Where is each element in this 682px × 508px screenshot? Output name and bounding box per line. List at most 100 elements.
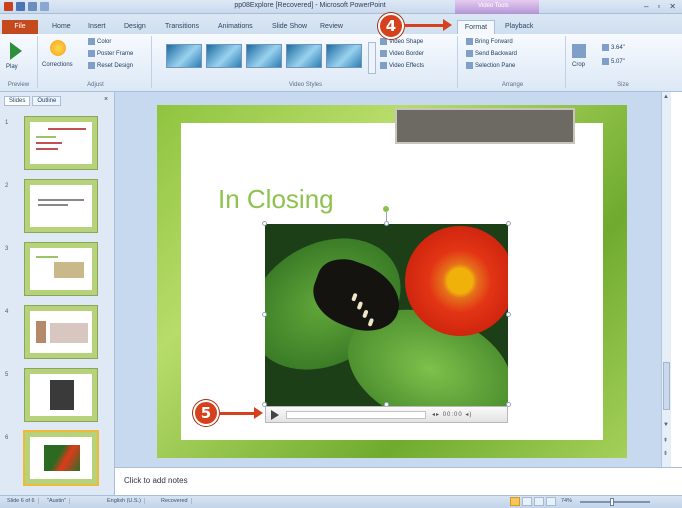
reading-view-icon[interactable]	[534, 497, 544, 506]
tab-format[interactable]: Format	[457, 20, 495, 34]
slide-number: 6	[5, 435, 9, 441]
normal-view-icon[interactable]	[510, 497, 520, 506]
resize-handle[interactable]	[262, 221, 267, 226]
video-effects-icon	[380, 62, 387, 69]
tab-review[interactable]: Review	[320, 20, 343, 34]
close-pane-icon[interactable]: ×	[104, 96, 108, 103]
language-status[interactable]: English (U.S.)	[104, 498, 145, 504]
slide-number: 1	[5, 120, 9, 126]
slide-sorter-view-icon[interactable]	[522, 497, 532, 506]
reset-design-button[interactable]: Reset Design	[88, 62, 133, 69]
previous-slide-icon[interactable]: ⇞	[663, 437, 668, 444]
gallery-scroll[interactable]	[368, 42, 376, 74]
width-field[interactable]: 5.07"	[602, 58, 625, 65]
video-style-thumbnail[interactable]	[286, 44, 322, 68]
next-slide-icon[interactable]: ⇟	[663, 450, 668, 457]
crop-button[interactable]: Crop	[572, 62, 585, 68]
bring-forward-icon	[466, 38, 473, 45]
slide-thumbnail-2[interactable]	[25, 180, 97, 232]
tab-design[interactable]: Design	[124, 20, 146, 34]
height-field[interactable]: 3.64"	[602, 44, 625, 51]
tab-animations[interactable]: Animations	[218, 20, 253, 34]
play-icon[interactable]	[10, 42, 22, 60]
flower-image	[405, 226, 508, 336]
tab-slide-show[interactable]: Slide Show	[272, 20, 307, 34]
reset-design-icon	[88, 62, 95, 69]
video-style-thumbnail[interactable]	[166, 44, 202, 68]
adjust-group: Corrections Color Poster Frame Reset Des…	[40, 36, 152, 88]
video-shape-icon	[380, 38, 387, 45]
resize-handle[interactable]	[506, 221, 511, 226]
video-effects-button[interactable]: Video Effects	[380, 62, 424, 69]
slide-thumbnail-5[interactable]	[25, 369, 97, 421]
bring-forward-button[interactable]: Bring Forward	[466, 38, 513, 45]
resize-handle[interactable]	[506, 312, 511, 317]
tab-slides[interactable]: Slides	[4, 96, 31, 106]
video-styles-group: Video Shape Video Border Video Effects V…	[154, 36, 458, 88]
close-icon[interactable]: ✕	[669, 2, 676, 11]
slide-thumbnail-4[interactable]	[25, 306, 97, 358]
video-frame[interactable]	[265, 224, 508, 407]
step-4-arrow	[404, 24, 444, 27]
step-4-arrowhead	[443, 19, 452, 31]
rotate-handle[interactable]	[383, 206, 389, 212]
video-style-thumbnail[interactable]	[206, 44, 242, 68]
send-backward-icon	[466, 50, 473, 57]
tab-insert[interactable]: Insert	[88, 20, 106, 34]
minimize-icon[interactable]: –	[644, 2, 648, 11]
resize-handle[interactable]	[384, 221, 389, 226]
redo-icon[interactable]	[40, 2, 49, 11]
send-backward-button[interactable]: Send Backward	[466, 50, 517, 57]
video-border-button[interactable]: Video Border	[380, 50, 424, 57]
maximize-icon[interactable]: ▫	[657, 2, 660, 11]
zoom-slider-knob[interactable]	[610, 498, 614, 506]
tab-home[interactable]: Home	[52, 20, 71, 34]
powerpoint-app-icon[interactable]	[4, 2, 13, 11]
save-icon[interactable]	[16, 2, 25, 11]
poster-frame-button[interactable]: Poster Frame	[88, 50, 133, 57]
selection-pane-button[interactable]: Selection Pane	[466, 62, 515, 69]
poster-frame-icon	[88, 50, 95, 57]
undo-icon[interactable]	[28, 2, 37, 11]
ribbon: Play Preview Corrections Color Poster Fr…	[0, 34, 682, 92]
step-5-callout: 5	[193, 400, 219, 426]
tab-playback[interactable]: Playback	[505, 20, 533, 34]
step-5-arrowhead	[254, 407, 263, 419]
play-pause-icon[interactable]	[271, 410, 279, 420]
quick-access-toolbar	[4, 2, 49, 11]
corrections-button[interactable]: Corrections	[42, 62, 73, 68]
slide-thumbnail-1[interactable]	[25, 117, 97, 169]
preview-group: Play Preview	[0, 36, 38, 88]
slide-title[interactable]: In Closing	[218, 184, 334, 215]
tab-outline[interactable]: Outline	[32, 96, 62, 106]
crop-icon	[572, 44, 586, 58]
scroll-up-icon[interactable]: ▲	[663, 94, 669, 100]
slide-thumbnail-3[interactable]	[25, 243, 97, 295]
player-controls-text[interactable]: ◂▸ 00:00 ◂)	[432, 411, 472, 418]
slides-pane: Slides Outline × 1 2 3 4 5 6	[0, 92, 115, 495]
scrollbar-thumb[interactable]	[663, 362, 670, 410]
step-5-arrow	[219, 412, 255, 415]
zoom-level[interactable]: 74%	[558, 498, 575, 504]
view-buttons	[510, 497, 556, 506]
video-player-controls: ◂▸ 00:00 ◂)	[265, 406, 508, 423]
tab-file[interactable]: File	[2, 20, 38, 34]
zoom-slider[interactable]	[580, 501, 650, 503]
video-style-thumbnail[interactable]	[326, 44, 362, 68]
color-button[interactable]: Color	[88, 38, 111, 45]
scroll-down-icon[interactable]: ▼	[663, 422, 669, 428]
video-shape-button[interactable]: Video Shape	[380, 38, 423, 45]
play-button[interactable]: Play	[6, 64, 18, 70]
slide-number: 2	[5, 183, 9, 189]
slide-thumbnail-6[interactable]	[25, 432, 97, 484]
tab-transitions[interactable]: Transitions	[165, 20, 199, 34]
resize-handle[interactable]	[262, 312, 267, 317]
video-tools-label: Video Tools	[478, 3, 509, 9]
video-style-thumbnail[interactable]	[246, 44, 282, 68]
corrections-icon[interactable]	[50, 40, 66, 56]
notes-pane[interactable]: Click to add notes	[115, 467, 682, 495]
slideshow-view-icon[interactable]	[546, 497, 556, 506]
size-group-label: Size	[617, 82, 629, 88]
vertical-scrollbar[interactable]: ▲ ▼ ⇞ ⇟	[661, 92, 671, 467]
seek-bar[interactable]	[286, 411, 426, 419]
